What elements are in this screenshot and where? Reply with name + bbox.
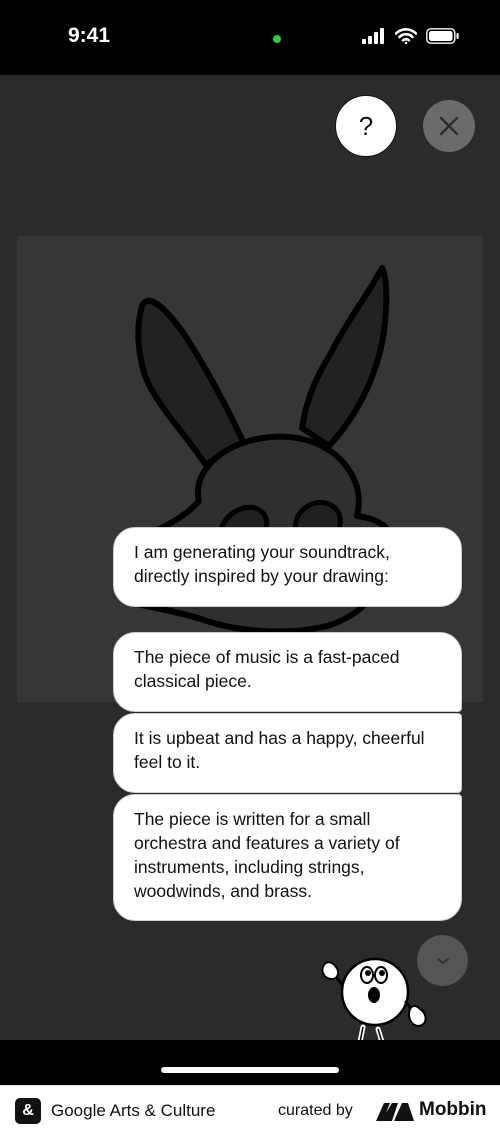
footer-curated-by: curated by [278,1102,353,1119]
footer-brand: Mobbin [419,1099,487,1120]
camera-indicator-dot [273,35,281,43]
rabbit-right-ear [299,265,390,449]
rabbit-left-ear [135,297,248,467]
message-bubble: The piece is written for a small orchest… [113,794,462,921]
attribution-footer: & Google Arts & Culture curated by Mobbi… [0,1085,500,1135]
battery-icon [426,28,459,44]
footer-app-name: Google Arts & Culture [51,1101,216,1120]
status-bar: 9:41 [0,0,500,75]
cellular-signal-icon [362,28,384,44]
home-indicator-area [0,1040,500,1085]
google-arts-culture-logo-icon: & [15,1098,41,1124]
help-button[interactable]: ? [335,95,397,157]
chevron-down-icon [436,957,449,964]
mobbin-logo-icon [376,1103,414,1121]
status-icons [362,28,460,44]
status-time: 9:41 [68,24,111,47]
close-icon [439,116,459,136]
close-button[interactable] [423,100,475,152]
wifi-icon [395,28,417,44]
app-screen: ? I am generating your soundtrack, direc… [0,75,500,1042]
message-bubble: I am generating your soundtrack, directl… [113,527,462,607]
mascot-character-icon [321,957,427,1042]
message-bubble: It is upbeat and has a happy, cheerful f… [113,713,462,793]
home-indicator[interactable] [161,1067,339,1073]
message-bubble: The piece of music is a fast-paced class… [113,632,462,712]
